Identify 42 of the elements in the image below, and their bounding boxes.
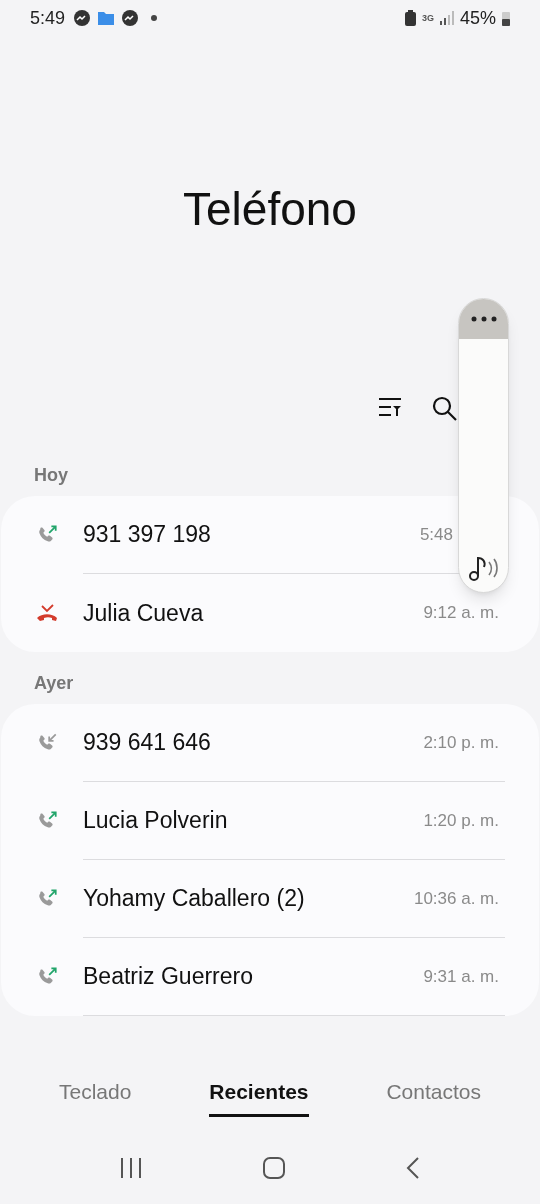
section-header: Ayer <box>33 671 75 695</box>
contact-name: Yohamy Caballero (2) <box>83 884 305 914</box>
signal-icon <box>439 11 454 25</box>
contact-name: Beatriz Guerrero <box>83 962 253 992</box>
call-time: 9:31 a. m. <box>423 965 499 988</box>
battery-icon <box>502 10 510 26</box>
app-title: Teléfono <box>183 186 357 232</box>
messenger-icon <box>73 9 92 27</box>
battery-percent: 45% <box>459 6 496 30</box>
call-time: 10:36 a. m. <box>413 887 499 910</box>
folder-icon <box>97 10 116 26</box>
music-sound-icon[interactable] <box>467 554 500 582</box>
filter-icon[interactable] <box>378 396 402 418</box>
bottom-tab[interactable]: Recientes <box>209 1076 309 1117</box>
section-header: Hoy <box>33 463 69 487</box>
contact-name: 931 397 198 <box>83 520 211 550</box>
back-icon[interactable] <box>404 1156 421 1180</box>
call-row[interactable]: Yohamy Caballero (2) 10:36 a. m. <box>35 860 505 938</box>
bottom-tab[interactable]: Contactos <box>386 1076 481 1117</box>
panel-handle[interactable] <box>459 299 508 339</box>
call-row[interactable]: Beatriz Guerrero 9:31 a. m. <box>35 938 505 1016</box>
call-time: 5:48 <box>419 523 453 546</box>
call-row[interactable]: Lucia Polverin 1:20 p. m. <box>35 782 505 860</box>
call-time: 2:10 p. m. <box>423 731 499 754</box>
messenger-icon <box>121 9 140 27</box>
search-icon[interactable] <box>432 396 458 422</box>
contact-name: Julia Cueva <box>83 598 204 628</box>
bottom-tab[interactable]: Teclado <box>58 1076 132 1117</box>
missed-call-icon <box>35 602 59 624</box>
status-time: 5:49 <box>30 6 66 30</box>
call-time: 9:12 a. m. <box>423 602 499 625</box>
call-row[interactable]: 939 641 646 2:10 p. m. <box>35 704 505 782</box>
contact-name: Lucia Polverin <box>83 806 228 836</box>
home-icon[interactable] <box>262 1156 286 1180</box>
call-row[interactable]: Julia Cueva 9:12 a. m. <box>35 574 505 652</box>
more-icon[interactable] <box>470 316 497 322</box>
notification-dot-icon <box>151 15 158 21</box>
recent-apps-icon[interactable] <box>119 1157 144 1179</box>
call-time: 1:20 p. m. <box>423 809 499 832</box>
contact-name: 939 641 646 <box>83 728 211 758</box>
battery-saver-icon <box>404 10 416 26</box>
network-type: 3G <box>421 13 434 23</box>
